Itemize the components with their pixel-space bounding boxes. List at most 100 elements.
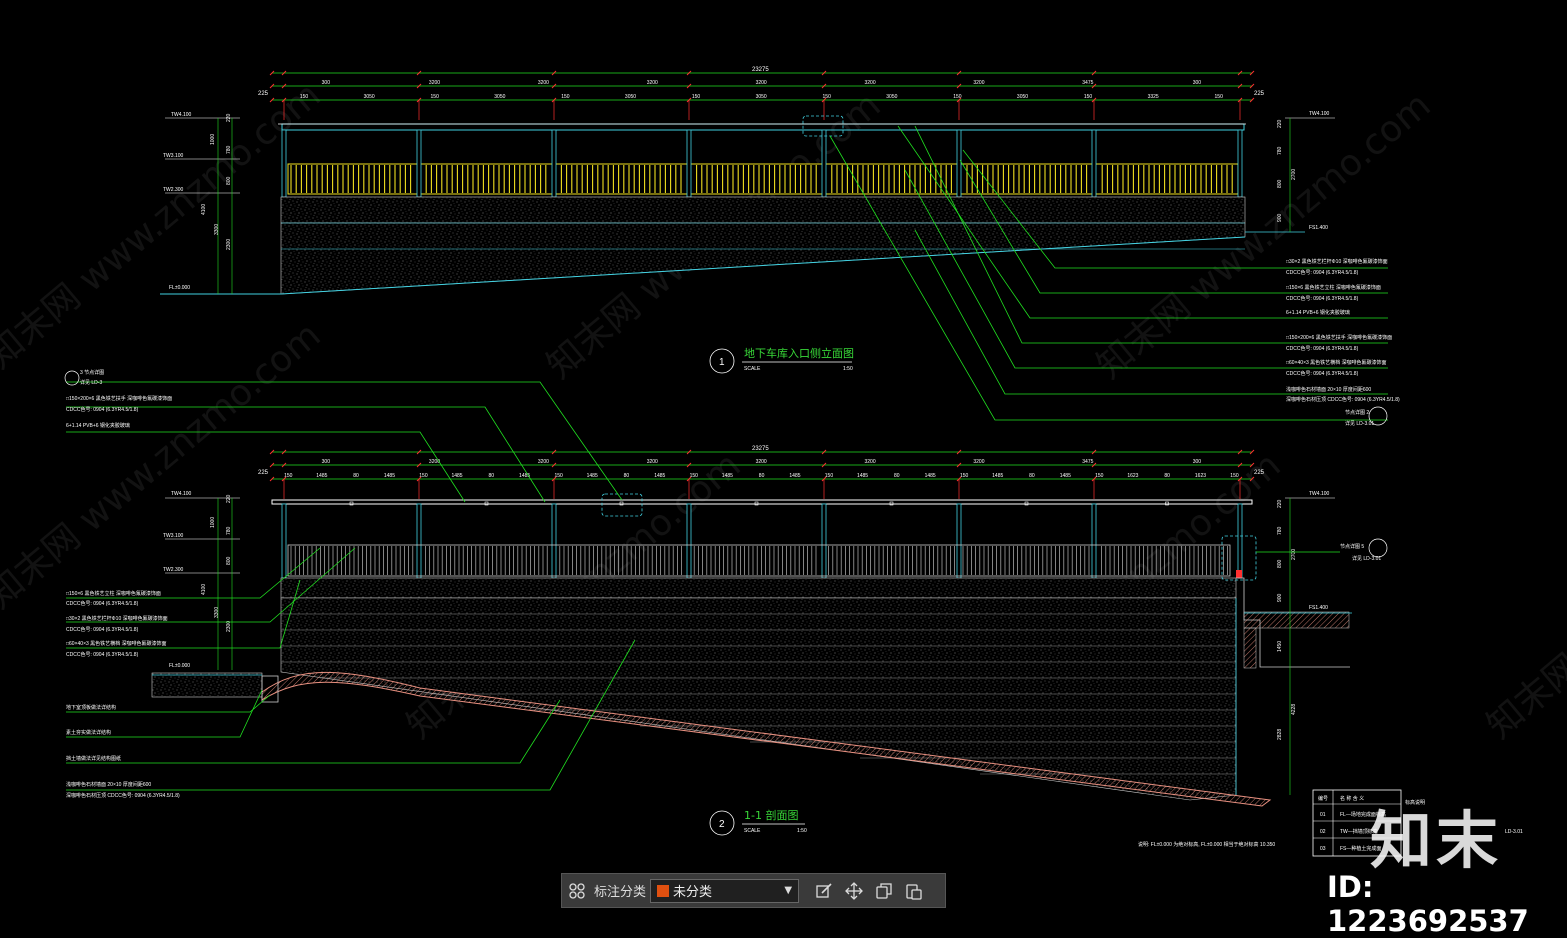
dimension-text: 80 (1164, 473, 1170, 479)
railing-post (686, 503, 692, 579)
vdim: 1450 (1277, 641, 1283, 652)
dimension-text: 1485 (992, 473, 1003, 479)
railing-post (416, 503, 422, 579)
grid-icon (569, 882, 585, 899)
railing-post (1091, 129, 1097, 198)
overall-dimension: 23275 (752, 446, 769, 452)
dimension-text: 1485 (654, 473, 665, 479)
vdim: 2300 (226, 239, 232, 250)
dimension-text: 1485 (789, 473, 800, 479)
move-icon (845, 881, 863, 900)
dimension-text: 80 (353, 473, 359, 479)
copy-button[interactable] (869, 876, 899, 906)
callout-text: CDCC色号: 0904 (6.3YR4.5/1.8) (1286, 345, 1359, 352)
vdim: 900 (1277, 593, 1283, 602)
dimension-text: 3050 (886, 94, 897, 100)
dimension-text: 80 (894, 473, 900, 479)
callout-text: CDCC色号: 0904 (6.3YR4.5/1.8) (1286, 269, 1359, 276)
sub-dimensions: 150 1485 80 1485 150 1485 80 1485 150 1485 80 1485 1… (284, 473, 1239, 479)
view-number: 1 (719, 357, 725, 368)
edge-dimension: 225 (1254, 91, 1265, 97)
dimension-text: 3050 (756, 94, 767, 100)
dimension-text: 80 (624, 473, 630, 479)
dimension-text: 3200 (864, 459, 875, 465)
dimension-text: 3200 (756, 80, 767, 86)
railing-post (281, 129, 287, 198)
dimension-text: 3200 (647, 459, 658, 465)
asset-id: ID: 1223692537 (1327, 870, 1529, 938)
dimension-text: 150 (823, 94, 832, 100)
dimension-text: 3200 (973, 459, 984, 465)
dimension-text: 1485 (857, 473, 868, 479)
railing-post (551, 503, 557, 579)
view-number: 2 (719, 819, 725, 830)
vdim: 780 (1277, 146, 1283, 155)
paste-button[interactable] (899, 876, 929, 906)
level-label: TW2.300 (163, 187, 184, 193)
dimension-text: 150 (960, 473, 969, 479)
vdim: 3300 (214, 224, 220, 235)
dimension-text: 3050 (494, 94, 505, 100)
watermark: 知末网 www.znzmo.com (1479, 445, 1567, 747)
callout-text: 浅咖啡色石材墙面 20×10 厚度间距600 (1286, 386, 1371, 393)
scale-value: 1:50 (843, 366, 853, 372)
callout-text: CDCC色号: 0904 (6.3YR4.5/1.8) (66, 651, 139, 658)
category-select-value: 未分类 (673, 885, 713, 900)
bottom-callouts-top: 3 节点详图详见 LD-3 □150×200×6 黑色铁艺扶手 深咖啡色氟碳漆饰面… (66, 369, 172, 429)
callout-text: CDCC色号: 0904 (6.3YR4.5/1.8) (1286, 370, 1359, 377)
callout-text: □30×2 黑色铁艺栏杆Φ10 深咖啡色氟碳漆饰面 (66, 615, 168, 622)
vdim: 220 (226, 113, 232, 122)
callout-text: CDCC色号: 0904 (6.3YR4.5/1.8) (66, 406, 139, 413)
chevron-down-icon: ▼ (784, 885, 793, 896)
dimension-text: 3200 (429, 459, 440, 465)
vdim: 900 (1277, 213, 1283, 222)
edit-button[interactable] (809, 876, 839, 906)
level-label: TW4.100 (171, 112, 192, 118)
vdim: 1000 (210, 517, 216, 528)
watermark: 知末网 www.znzmo.com (0, 75, 329, 377)
dimension-text: 3200 (538, 80, 549, 86)
dimension-text: 150 (431, 94, 440, 100)
dimension-text: 300 (1193, 80, 1202, 86)
railing-post (281, 503, 287, 579)
callout-text: CDCC色号: 0904 (6.3YR4.5/1.8) (66, 600, 139, 607)
vdim: 4100 (201, 204, 207, 215)
callout-text: □60×40×3 黑色铁艺横档 深咖啡色氟碳漆饰面 (1286, 359, 1387, 366)
callout-text: 3 节点详图 (80, 369, 104, 376)
paste-icon (906, 883, 922, 900)
dimension-text: 150 (300, 94, 309, 100)
vdim: 780 (226, 526, 232, 535)
dimension-text: 1485 (316, 473, 327, 479)
level-label: FL±0.000 (169, 663, 190, 669)
legend-code: 03 (1320, 846, 1326, 852)
level-label: FL±0.000 (169, 285, 190, 291)
dimension-text: 150 (690, 473, 699, 479)
annotation-toolbar: 标注分类 未分类 ▼ (561, 873, 946, 908)
dimension-text: 300 (1193, 459, 1202, 465)
callout-text: 浅咖啡色石材墙面 20×10 厚度间距600 (66, 781, 151, 788)
category-select[interactable]: 未分类 ▼ (650, 878, 800, 903)
grid-button[interactable] (562, 876, 592, 906)
dimension-text: 1485 (722, 473, 733, 479)
level-label: FS1.400 (1309, 605, 1328, 611)
callout-text: □150×200×6 黑色铁艺扶手 深咖啡色氟碳漆饰面 (66, 395, 172, 402)
vdim: 780 (226, 145, 232, 154)
dimension-text: 150 (692, 94, 701, 100)
vdim: 4100 (201, 584, 207, 595)
legend-header: 名 称 含 义 (1340, 795, 1364, 802)
edit-icon (816, 882, 832, 898)
cad-drawing-canvas[interactable]: 知末网 www.znzmo.com 知末网 www.znzmo.com 知末网 … (0, 0, 1567, 926)
dimension-text: 300 (322, 459, 331, 465)
dimension-text: 3325 (1148, 94, 1159, 100)
color-swatch (657, 884, 670, 897)
move-button[interactable] (839, 876, 869, 906)
callout-text: 6+1.14 PVB+6 钢化夹胶玻璃 (66, 422, 130, 429)
callout-text: 地下室顶板做法详结构 (66, 704, 116, 711)
scale-label: SCALE (744, 828, 761, 834)
bottom-section: 23275 300 3200 3200 3200 3200 3200 3200 3475 300… (64, 369, 1523, 848)
legend-code: 01 (1320, 812, 1326, 818)
top-callouts: □30×2 黑色铁艺栏杆Φ10 深咖啡色氟碳漆饰面 CDCC色号: 0904 (6… (1286, 258, 1400, 427)
level-label: TW3.100 (163, 153, 184, 159)
dimension-text: 3050 (1017, 94, 1028, 100)
dimension-text: 3200 (538, 459, 549, 465)
